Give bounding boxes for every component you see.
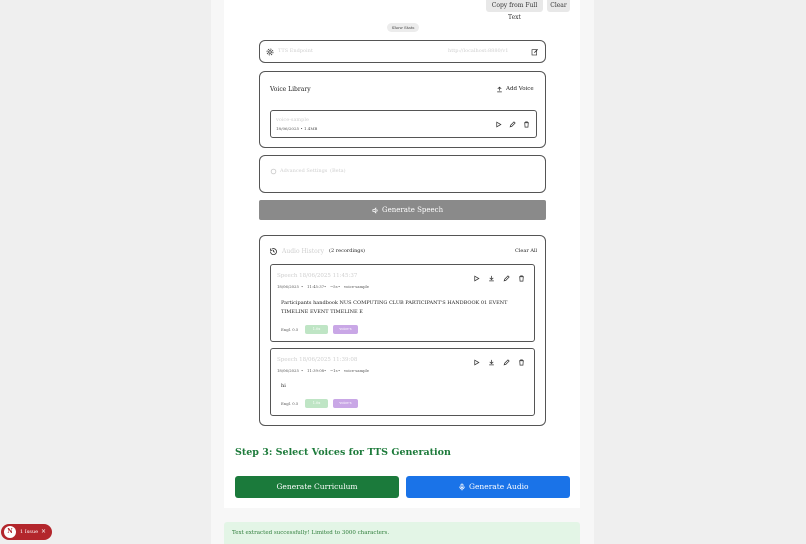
- history-item-time: 11:45:37: [307, 284, 325, 289]
- download-icon[interactable]: [488, 275, 495, 282]
- issue-badge[interactable]: N 1 Issue ×: [1, 524, 52, 540]
- play-icon[interactable]: [495, 121, 502, 128]
- voice-meta: 18/06/2025 • 1.4MB: [276, 126, 318, 131]
- success-toast: Text extracted successfully! Limited to …: [224, 522, 580, 544]
- generate-speech-button[interactable]: Generate Speech: [259, 200, 546, 220]
- history-item-voice: voice-sample: [344, 284, 370, 289]
- history-item-text: Participants handbook NUS COMPUTING CLUB…: [281, 300, 508, 315]
- history-item-duration: ~5s: [330, 284, 338, 289]
- history-icon: [270, 248, 277, 255]
- voice-chip: voice-s: [333, 325, 358, 334]
- download-icon[interactable]: [488, 359, 495, 366]
- voice-library-panel: Voice Library Add Voice voice-sample 18/…: [259, 71, 546, 148]
- advanced-settings-label: Advanced Settings: [280, 168, 328, 174]
- toast-message: Text extracted successfully! Limited to …: [232, 530, 390, 536]
- speaker-icon: [372, 207, 378, 214]
- audio-history-title: Audio History: [282, 248, 324, 255]
- voice-card[interactable]: voice-sample 18/06/2025 • 1.4MB: [270, 110, 537, 138]
- step3-heading: Step 3: Select Voices for TTS Generation: [235, 447, 451, 458]
- generate-curriculum-button[interactable]: Generate Curriculum: [235, 476, 399, 498]
- history-item-date: 18/06/2025: [277, 368, 299, 373]
- advanced-settings-hint: (Beta): [330, 168, 346, 174]
- history-item: Speech 18/06/2025 11:39:08 18/06/2025 • …: [270, 348, 535, 416]
- endpoint-selector[interactable]: TTS Endpoint http://localhost:8880/v1: [259, 40, 546, 63]
- trash-icon[interactable]: [523, 121, 530, 128]
- voice-name: voice-sample: [276, 117, 309, 123]
- endpoint-label: TTS Endpoint: [278, 48, 313, 54]
- advanced-settings-panel[interactable]: Advanced Settings (Beta): [259, 155, 546, 193]
- endpoint-value: http://localhost:8880/v1: [448, 48, 509, 54]
- history-item-voice: voice-sample: [344, 368, 370, 373]
- history-item-title: Speech 18/06/2025 11:39:08: [277, 357, 358, 363]
- edit-icon[interactable]: [531, 48, 539, 56]
- speed-chip: 1.0x: [305, 325, 328, 334]
- history-item-text: hi: [281, 383, 286, 389]
- settings-icon: [270, 168, 277, 175]
- nextjs-logo-icon: N: [4, 526, 16, 538]
- close-icon[interactable]: ×: [41, 524, 46, 540]
- generate-speech-label: Generate Speech: [382, 206, 444, 214]
- add-voice-button[interactable]: Add Voice: [506, 86, 534, 92]
- history-item-time: 11:39:08: [307, 368, 325, 373]
- history-item-title: Speech 18/06/2025 11:45:37: [277, 273, 358, 279]
- separator-dot: •: [301, 284, 304, 289]
- upload-icon[interactable]: [496, 86, 503, 93]
- gear-icon: [266, 48, 274, 56]
- separator-dot: •: [324, 284, 327, 289]
- trash-icon[interactable]: [518, 275, 525, 282]
- generate-audio-button[interactable]: Generate Audio: [406, 476, 570, 498]
- separator-dot: •: [301, 368, 304, 373]
- separator-dot: •: [338, 284, 341, 289]
- generate-audio-label: Generate Audio: [469, 482, 529, 491]
- clear-all-button[interactable]: Clear All: [515, 248, 537, 254]
- microphone-icon: [459, 483, 465, 491]
- pencil-icon[interactable]: [503, 359, 510, 366]
- voice-library-title: Voice Library: [270, 86, 311, 93]
- recording-count: (2 recordings): [329, 248, 366, 254]
- show-stats-button[interactable]: Show Stats: [387, 23, 419, 32]
- history-item-duration: ~1s: [330, 368, 338, 373]
- issue-label: 1 Issue: [20, 529, 39, 535]
- play-icon[interactable]: [473, 275, 480, 282]
- play-icon[interactable]: [473, 359, 480, 366]
- pencil-icon[interactable]: [509, 121, 516, 128]
- engine-label: Engl. 0.5: [281, 327, 299, 332]
- separator-dot: •: [338, 368, 341, 373]
- speed-chip: 1.0x: [305, 399, 328, 408]
- trash-icon[interactable]: [518, 359, 525, 366]
- history-item-date: 18/06/2025: [277, 284, 299, 289]
- separator-dot: •: [324, 368, 327, 373]
- history-item: Speech 18/06/2025 11:45:37 18/06/2025 • …: [270, 264, 535, 342]
- pencil-icon[interactable]: [503, 275, 510, 282]
- voice-chip: voice-s: [333, 399, 358, 408]
- engine-label: Engl. 0.5: [281, 401, 299, 406]
- copy-from-full-text-button[interactable]: Copy from Full Text: [486, 0, 543, 21]
- clear-button[interactable]: Clear: [547, 0, 570, 12]
